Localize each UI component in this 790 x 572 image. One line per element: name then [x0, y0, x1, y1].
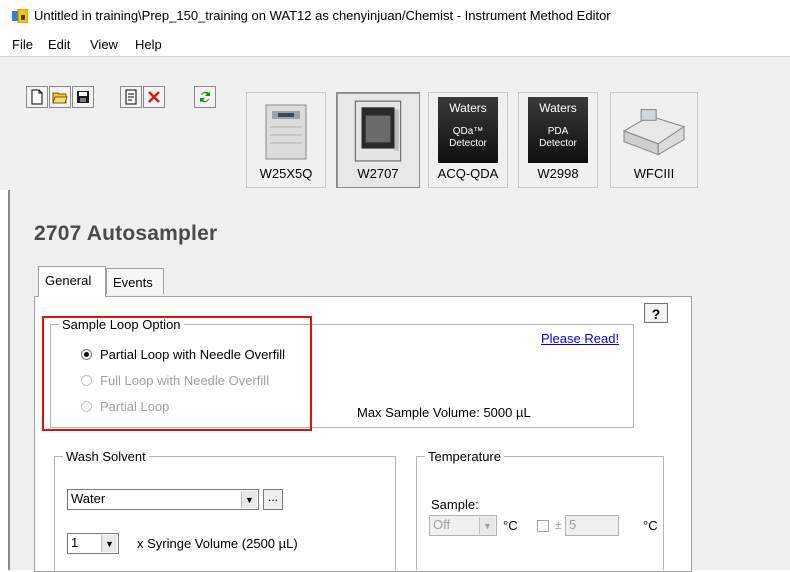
highlight-box — [42, 316, 312, 431]
tolerance-symbol: ± — [555, 518, 562, 532]
temperature-group: Temperature Sample: Off ▼ °C ± 5 °C — [416, 449, 664, 570]
menu-view[interactable]: View — [90, 37, 118, 52]
app-icon — [12, 9, 28, 23]
help-button[interactable]: ? — [644, 303, 668, 323]
qda-detector-icon: Waters QDa™ Detector — [438, 97, 498, 163]
wash-solvent-title: Wash Solvent — [63, 449, 149, 464]
new-document-button[interactable] — [26, 86, 48, 108]
sample-temperature-select: Off ▼ — [429, 515, 497, 536]
tolerance-value: 5 — [569, 517, 577, 532]
syringe-count-value: 1 — [71, 535, 79, 550]
wash-solvent-group: Wash Solvent Water ▼ ... 1 ▼ x Syringe V… — [54, 449, 396, 570]
please-read-link[interactable]: Please Read! — [541, 331, 619, 346]
menu-file[interactable]: File — [12, 37, 33, 52]
wash-solvent-value: Water — [71, 491, 106, 506]
instrument-w25x5q-button[interactable]: W25X5Q — [246, 92, 326, 188]
syringe-count-select[interactable]: 1 ▼ — [67, 533, 119, 554]
instrument-label: W2707 — [357, 166, 399, 181]
instrument-label: ACQ-QDA — [437, 166, 499, 181]
tolerance-unit: °C — [643, 518, 658, 533]
sample-temperature-value: Off — [433, 517, 451, 532]
instrument-label: WFCIII — [633, 166, 675, 181]
detector-name-text: QDa™ Detector — [449, 126, 487, 149]
dropdown-arrow-icon: ▼ — [101, 535, 117, 552]
dropdown-arrow-icon: ▼ — [241, 491, 257, 508]
toolbar-edit-group — [120, 86, 166, 112]
instrument-wfciii-button[interactable]: WFCIII — [610, 92, 698, 188]
report-icon — [125, 89, 137, 105]
instrument-acq-qda-button[interactable]: Waters QDa™ Detector ACQ-QDA — [428, 92, 508, 188]
report-button[interactable] — [120, 86, 142, 108]
tab-general[interactable]: General — [38, 266, 106, 297]
open-folder-icon — [52, 92, 68, 104]
tolerance-input: 5 — [565, 515, 619, 536]
refresh-button[interactable] — [194, 86, 216, 108]
instrument-label: W2998 — [537, 166, 579, 181]
window-title: Untitled in training\Prep_150_training o… — [34, 8, 611, 23]
autosampler-icon — [354, 100, 402, 162]
panel-heading: 2707 Autosampler — [34, 222, 218, 245]
temperature-unit: °C — [503, 518, 518, 533]
save-icon — [77, 91, 89, 103]
save-button[interactable] — [72, 86, 94, 108]
pda-detector-icon: Waters PDA Detector — [528, 97, 588, 163]
detector-name-text: PDA Detector — [539, 126, 577, 149]
instrument-label: W25X5Q — [259, 166, 313, 181]
new-document-icon — [31, 89, 43, 105]
menu-bar — [0, 32, 790, 54]
delete-button[interactable] — [143, 86, 165, 108]
open-button[interactable] — [49, 86, 71, 108]
sample-temperature-label: Sample: — [431, 497, 479, 512]
temperature-title: Temperature — [425, 449, 504, 464]
toolbar-refresh-group — [194, 86, 217, 112]
fraction-collector-icon — [622, 109, 686, 156]
refresh-icon — [200, 91, 210, 103]
waters-logo-text: Waters — [539, 101, 577, 115]
waters-logo-text: Waters — [449, 101, 487, 115]
instrument-w2707-button[interactable]: W2707 — [336, 92, 420, 188]
menu-help[interactable]: Help — [135, 37, 162, 52]
max-sample-volume-text: Max Sample Volume: 5000 µL — [357, 405, 531, 420]
delete-icon — [148, 91, 160, 103]
tolerance-checkbox — [537, 520, 549, 532]
wash-solvent-select[interactable]: Water ▼ — [67, 489, 259, 510]
toolbar-file-group — [26, 86, 95, 112]
syringe-volume-text: x Syringe Volume (2500 µL) — [137, 536, 298, 551]
tab-events[interactable]: Events — [106, 268, 164, 294]
menu-edit[interactable]: Edit — [48, 37, 70, 52]
instrument-w2998-button[interactable]: Waters PDA Detector W2998 — [518, 92, 598, 188]
dropdown-arrow-icon: ▼ — [479, 517, 495, 534]
browse-solvent-button[interactable]: ... — [263, 489, 283, 510]
pump-module-icon — [265, 104, 307, 160]
